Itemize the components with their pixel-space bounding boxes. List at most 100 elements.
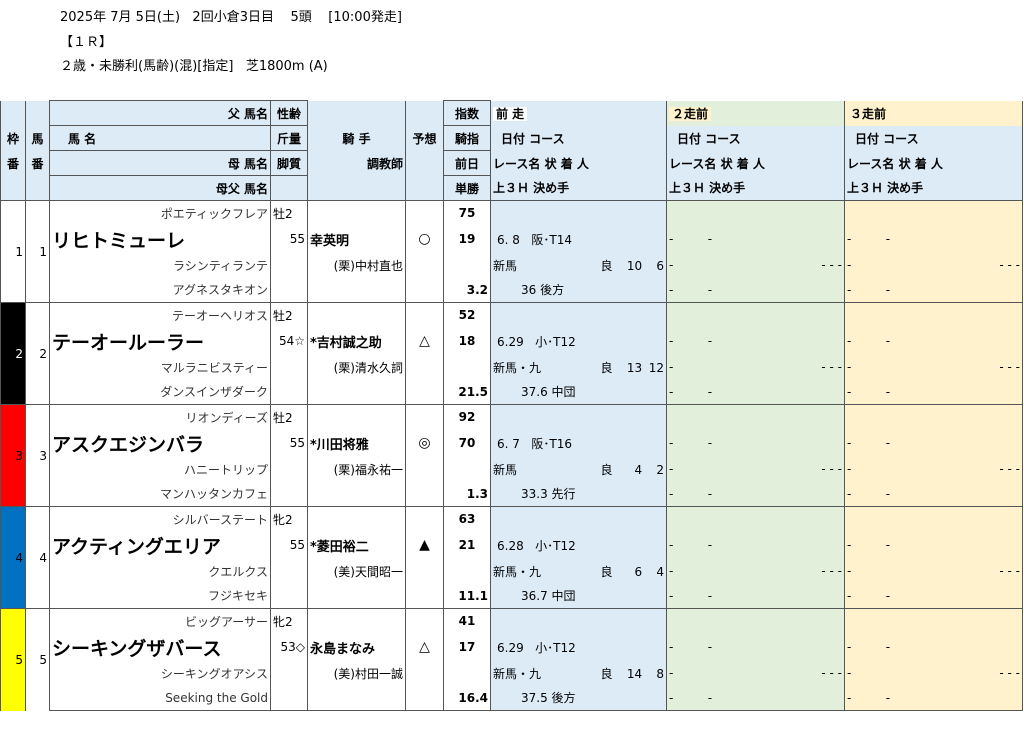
prev1-condition: 良: [600, 462, 613, 477]
father-name: シルバーステート: [49, 506, 271, 532]
index-value: 63: [443, 506, 491, 532]
col-sex-age: 性齢: [270, 100, 308, 126]
jockey-name[interactable]: *菱田裕二: [310, 540, 369, 555]
prev1-popularity: 4: [656, 564, 664, 579]
win-odds: 16.4: [443, 685, 491, 711]
carried-weight: 55: [270, 429, 308, 457]
prev1-course: 阪･T16: [531, 436, 572, 451]
horse-row[interactable]: 5 5 ビッグアーサー 牝2 41: [0, 608, 1023, 711]
waku-number: 3: [0, 404, 26, 507]
horse-name[interactable]: シーキングザバース: [52, 638, 221, 660]
prev2-title: ２走前: [669, 106, 712, 121]
race-date-line: 2025年 7月 5日(土) 2回小倉3日目 5頭 [10:00発走]: [60, 10, 402, 25]
broodsire-name: ダンスインザダーク: [49, 379, 271, 405]
col-pred: 予想: [405, 125, 444, 151]
prev1-popularity: 2: [656, 462, 664, 477]
prev1-condition: 良: [600, 666, 613, 681]
carried-weight: 53◇: [270, 633, 308, 661]
jockey-name[interactable]: *吉村誠之助: [310, 336, 382, 351]
prev1-running-style: 先行: [551, 487, 576, 502]
prediction-mark: △: [405, 633, 444, 661]
carried-weight: 54☆: [270, 327, 308, 355]
waku-number: 5: [0, 608, 26, 711]
horse-row[interactable]: 3 3 リオンディーズ 牡2 92: [0, 404, 1023, 507]
trainer-name: (美)天間昭一: [307, 558, 406, 584]
prev1-course: 小･T12: [535, 334, 576, 349]
col-mother: 母 馬名: [49, 150, 271, 176]
prev1-condition: 良: [600, 564, 613, 579]
mother-name: ハニートリップ: [49, 456, 271, 482]
prev1-course: 阪･T14: [531, 232, 572, 247]
mother-name: マルラニビスティー: [49, 354, 271, 380]
sex-age: 牡2: [270, 404, 308, 430]
header-row-2: 枠 馬 馬 名 斤量 騎 手 予想 騎指 日付 コース 日付 コース 日付 コー…: [0, 125, 1023, 151]
col-weight: 斤量: [270, 125, 308, 151]
prev1-finish: 14: [626, 666, 643, 681]
col-waku: 枠: [0, 125, 26, 151]
col-broodsire: 母父 馬名: [49, 175, 271, 201]
jockey-index: 70: [443, 429, 491, 457]
col-name: 馬 名: [49, 125, 271, 151]
prev1-popularity: 12: [648, 360, 664, 375]
jockey-name[interactable]: 永島まなみ: [310, 642, 375, 657]
father-name: リオンディーズ: [49, 404, 271, 430]
horse-row[interactable]: 2 2 テーオーヘリオス 牡2 52: [0, 302, 1023, 405]
horse-number: 5: [25, 608, 50, 711]
carried-weight: 55: [270, 531, 308, 559]
trainer-name: (美)村田一誠: [307, 660, 406, 686]
horse-name[interactable]: リヒトミューレ: [52, 230, 185, 252]
horse-name[interactable]: アスクエジンバラ: [52, 434, 204, 456]
broodsire-name: マンハッタンカフェ: [49, 481, 271, 507]
col-style: 脚質: [270, 150, 308, 176]
prev1-running-style: 中団: [551, 385, 576, 400]
prev1-popularity: 8: [656, 666, 664, 681]
index-value: 52: [443, 302, 491, 328]
prev1-popularity: 6: [656, 258, 664, 273]
prediction-mark: ◎: [405, 429, 444, 457]
broodsire-name: Seeking the Gold: [49, 685, 271, 711]
prev1-date: 6.29: [497, 334, 524, 349]
prev1-race: 新馬・九: [493, 360, 542, 375]
win-odds: 3.2: [443, 277, 491, 303]
prev1-finish: 13: [626, 360, 643, 375]
prev1-race: 新馬・九: [493, 564, 542, 579]
jockey-name[interactable]: *川田将雅: [310, 438, 369, 453]
father-name: ポエティックフレア: [49, 200, 271, 226]
horse-number: 2: [25, 302, 50, 405]
prev1-condition: 良: [600, 258, 613, 273]
prev1-last3f: 36.7: [521, 589, 548, 604]
prediction-mark: △: [405, 327, 444, 355]
horse-row[interactable]: 4 4 シルバーステート 牝2 63: [0, 506, 1023, 609]
jockey-index: 19: [443, 225, 491, 253]
prev1-course: 小･T12: [535, 640, 576, 655]
prev1-running-style: 中団: [551, 589, 576, 604]
win-odds: 11.1: [443, 583, 491, 609]
prev1-race: 新馬: [493, 258, 518, 273]
col-uma: 馬: [25, 125, 50, 151]
prev1-finish: 4: [634, 462, 643, 477]
prev1-course: 小･T12: [535, 538, 576, 553]
prev1-running-style: 後方: [540, 283, 565, 298]
horse-name[interactable]: アクティングエリア: [52, 536, 221, 558]
prev1-last3f: 37.5: [521, 691, 548, 706]
mother-name: シーキングオアシス: [49, 660, 271, 686]
col-trainer: 調教師: [307, 150, 406, 176]
horse-number: 1: [25, 200, 50, 303]
prev1-date: 6.28: [497, 538, 524, 553]
prev1-last3f: 36: [521, 283, 537, 298]
col-father: 父 馬名: [49, 100, 271, 126]
col-jidx: 騎指: [443, 125, 491, 151]
mother-name: ラシンティランテ: [49, 252, 271, 278]
horse-name[interactable]: テーオールーラー: [52, 332, 204, 354]
prev1-date: 6. 8: [497, 232, 520, 247]
prev1-title: 前 走: [493, 106, 528, 121]
jockey-name[interactable]: 幸英明: [310, 234, 349, 249]
prev1-date: 6.29: [497, 640, 524, 655]
trainer-name: (栗)清水久詞: [307, 354, 406, 380]
prev1-finish: 10: [626, 258, 643, 273]
horse-number: 3: [25, 404, 50, 507]
father-name: テーオーヘリオス: [49, 302, 271, 328]
col-odds: 単勝: [443, 175, 491, 201]
trainer-name: (栗)中村直也: [307, 252, 406, 278]
horse-row[interactable]: 1 1 ポエティックフレア 牡2 75: [0, 200, 1023, 303]
